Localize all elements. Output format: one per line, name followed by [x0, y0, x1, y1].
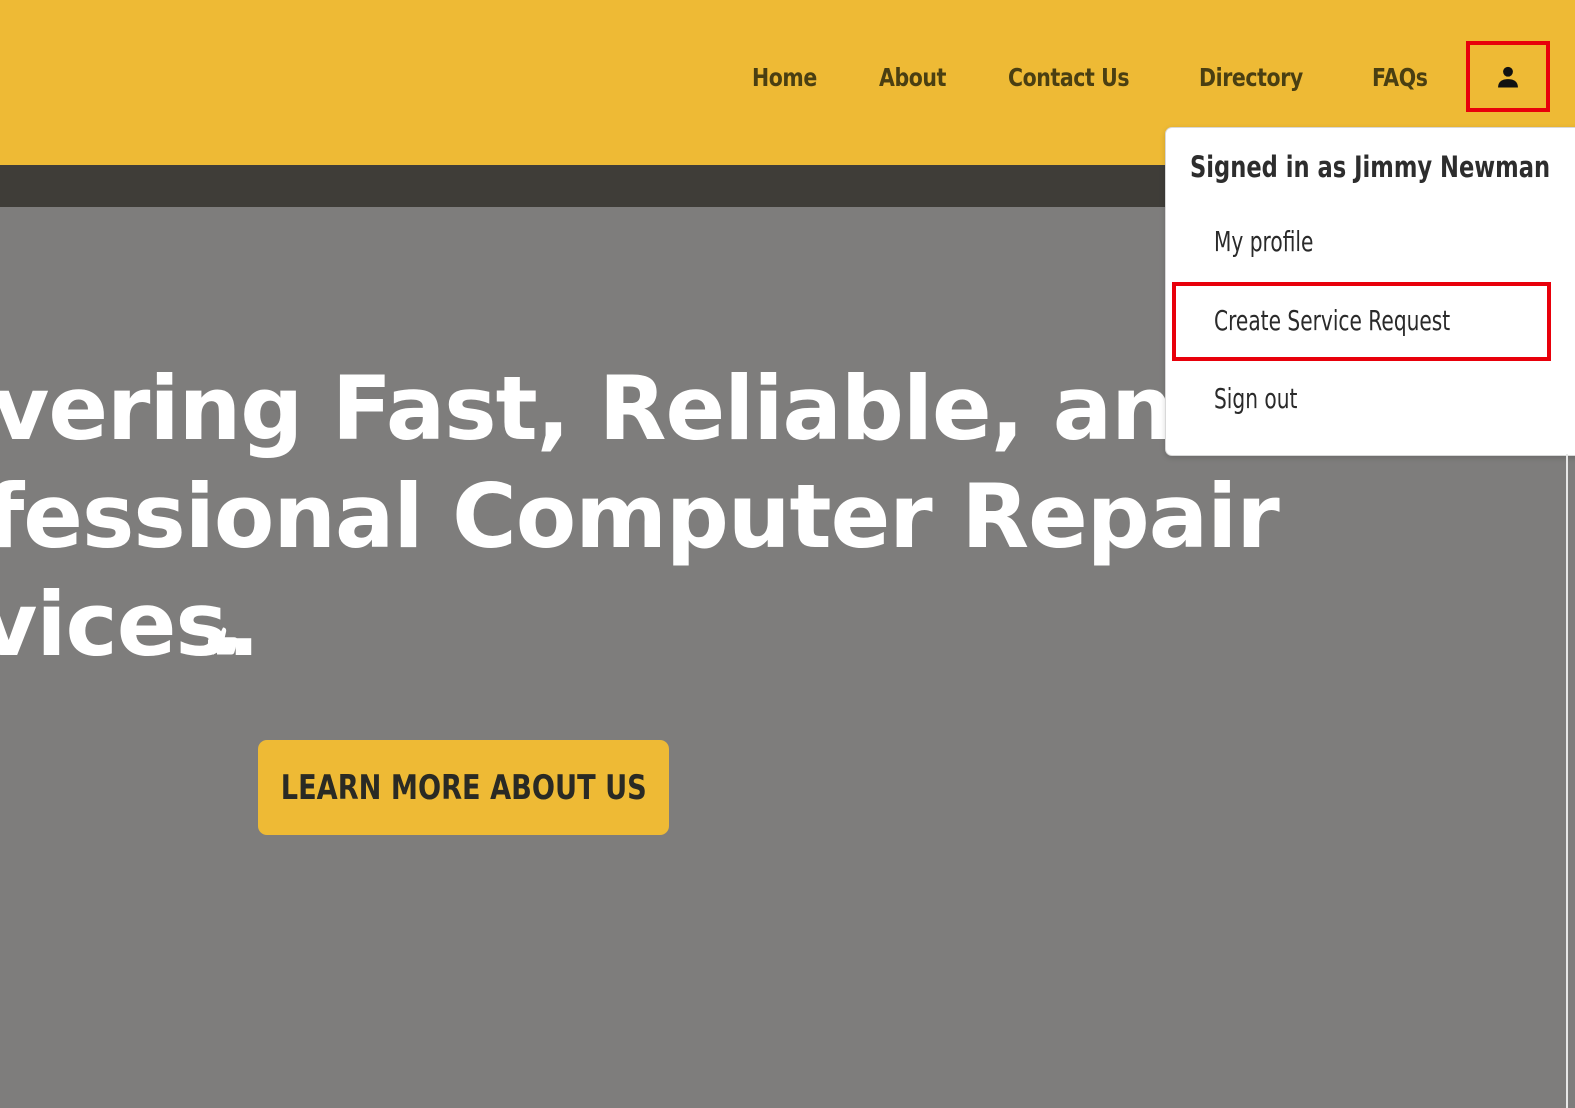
menu-item-my-profile[interactable]: My profile	[1214, 225, 1313, 258]
nav-directory[interactable]: Directory	[1199, 53, 1303, 103]
page-scrollbar[interactable]	[1566, 454, 1568, 1108]
menu-item-sign-out[interactable]: Sign out	[1214, 382, 1297, 415]
nav-about[interactable]: About	[879, 53, 946, 103]
nav-faqs[interactable]: FAQs	[1372, 53, 1428, 103]
thumbs-up-icon	[208, 627, 238, 655]
nav-contact-us[interactable]: Contact Us	[1008, 53, 1130, 103]
learn-more-button[interactable]: LEARN MORE ABOUT US	[258, 740, 669, 835]
hero-heading-line-2: fessional Computer Repair	[0, 465, 1280, 568]
nav-home[interactable]: Home	[752, 53, 817, 103]
user-menu-button[interactable]	[1466, 41, 1550, 112]
hero-heading-line-1: vering Fast, Reliable, and	[0, 357, 1236, 460]
person-icon	[1498, 66, 1518, 87]
menu-item-create-service-request[interactable]: Create Service Request	[1214, 304, 1450, 337]
user-dropdown-menu: Signed in as Jimmy Newman My profile Cre…	[1165, 127, 1575, 456]
signed-in-label: Signed in as Jimmy Newman	[1190, 150, 1551, 184]
learn-more-label: LEARN MORE ABOUT US	[280, 767, 647, 808]
